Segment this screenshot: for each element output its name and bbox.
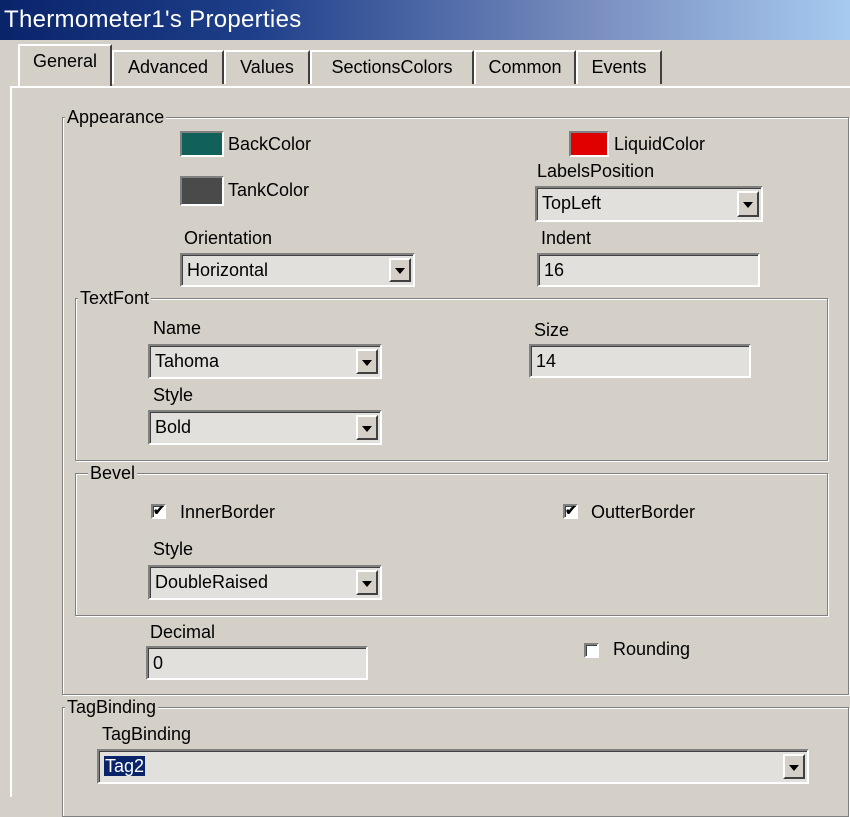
chevron-down-icon[interactable] [389, 258, 411, 282]
tab-sectionscolors[interactable]: SectionsColors [310, 50, 474, 84]
decimal-label: Decimal [150, 622, 216, 642]
tag-binding-value-wrap: Tag2 [104, 751, 146, 781]
tab-label: Common [488, 57, 562, 77]
tab-common[interactable]: Common [474, 50, 576, 84]
bevel-style-label: Style [153, 539, 194, 559]
outter-border-label: OutterBorder [591, 502, 696, 522]
check-icon: ✔ [565, 502, 577, 518]
chevron-down-icon[interactable] [783, 754, 805, 779]
font-style-select[interactable]: Bold [148, 410, 382, 445]
tab-label: Events [591, 57, 647, 77]
text-font-group-label: TextFont [78, 288, 152, 308]
chevron-down-icon[interactable] [356, 349, 378, 374]
tag-binding-select[interactable]: Tag2 [97, 749, 809, 784]
tab-advanced[interactable]: Advanced [112, 50, 224, 84]
font-name-value: Tahoma [155, 351, 220, 371]
back-color-label: BackColor [228, 134, 312, 154]
labels-position-value: TopLeft [542, 193, 602, 213]
orientation-select[interactable]: Horizontal [180, 253, 415, 287]
tab-general[interactable]: General [18, 44, 112, 86]
back-color-swatch[interactable] [180, 131, 224, 157]
labels-position-select[interactable]: TopLeft [535, 186, 763, 222]
rounding-checkbox[interactable] [584, 643, 599, 658]
chevron-down-icon[interactable] [356, 570, 378, 595]
check-icon: ✔ [153, 502, 165, 518]
tag-binding-label: TagBinding [102, 724, 192, 744]
outter-border-checkbox[interactable]: ✔ [563, 502, 578, 519]
orientation-value: Horizontal [187, 260, 269, 280]
tank-color-swatch[interactable] [180, 176, 224, 206]
font-name-select[interactable]: Tahoma [148, 344, 382, 379]
decimal-input[interactable]: 0 [146, 646, 368, 680]
bevel-group-label: Bevel [88, 463, 138, 483]
tank-color-label: TankColor [228, 180, 310, 200]
font-size-label: Size [534, 320, 570, 340]
font-name-label: Name [153, 318, 202, 338]
indent-input[interactable]: 16 [537, 253, 760, 287]
inner-border-label: InnerBorder [180, 502, 276, 522]
title-bar: Thermometer1's Properties [0, 0, 850, 40]
indent-label: Indent [541, 228, 592, 248]
tag-binding-value: Tag2 [104, 756, 146, 776]
liquid-color-label: LiquidColor [614, 134, 706, 154]
chevron-down-icon[interactable] [737, 191, 759, 217]
tab-panel-general: Appearance BackColor LiquidColor LabelsP… [10, 86, 850, 817]
orientation-label: Orientation [184, 228, 273, 248]
chevron-down-icon[interactable] [356, 415, 378, 440]
liquid-color-swatch[interactable] [569, 131, 609, 157]
bevel-style-value: DoubleRaised [155, 572, 269, 592]
labels-position-label: LabelsPosition [537, 161, 655, 181]
tag-binding-group-label: TagBinding [65, 697, 159, 717]
rounding-label: Rounding [613, 639, 691, 659]
tab-events[interactable]: Events [576, 50, 662, 84]
font-size-input[interactable]: 14 [529, 344, 751, 378]
window-title: Thermometer1's Properties [4, 6, 302, 33]
bevel-style-select[interactable]: DoubleRaised [148, 565, 382, 600]
inner-border-checkbox[interactable]: ✔ [151, 502, 166, 519]
tab-label: Advanced [127, 57, 209, 77]
tab-label: General [32, 51, 98, 71]
font-style-value: Bold [155, 417, 192, 437]
font-style-label: Style [153, 385, 194, 405]
tab-label: Values [240, 57, 294, 77]
tab-values[interactable]: Values [224, 50, 310, 84]
appearance-group-label: Appearance [65, 107, 167, 127]
tab-label: SectionsColors [331, 57, 453, 77]
